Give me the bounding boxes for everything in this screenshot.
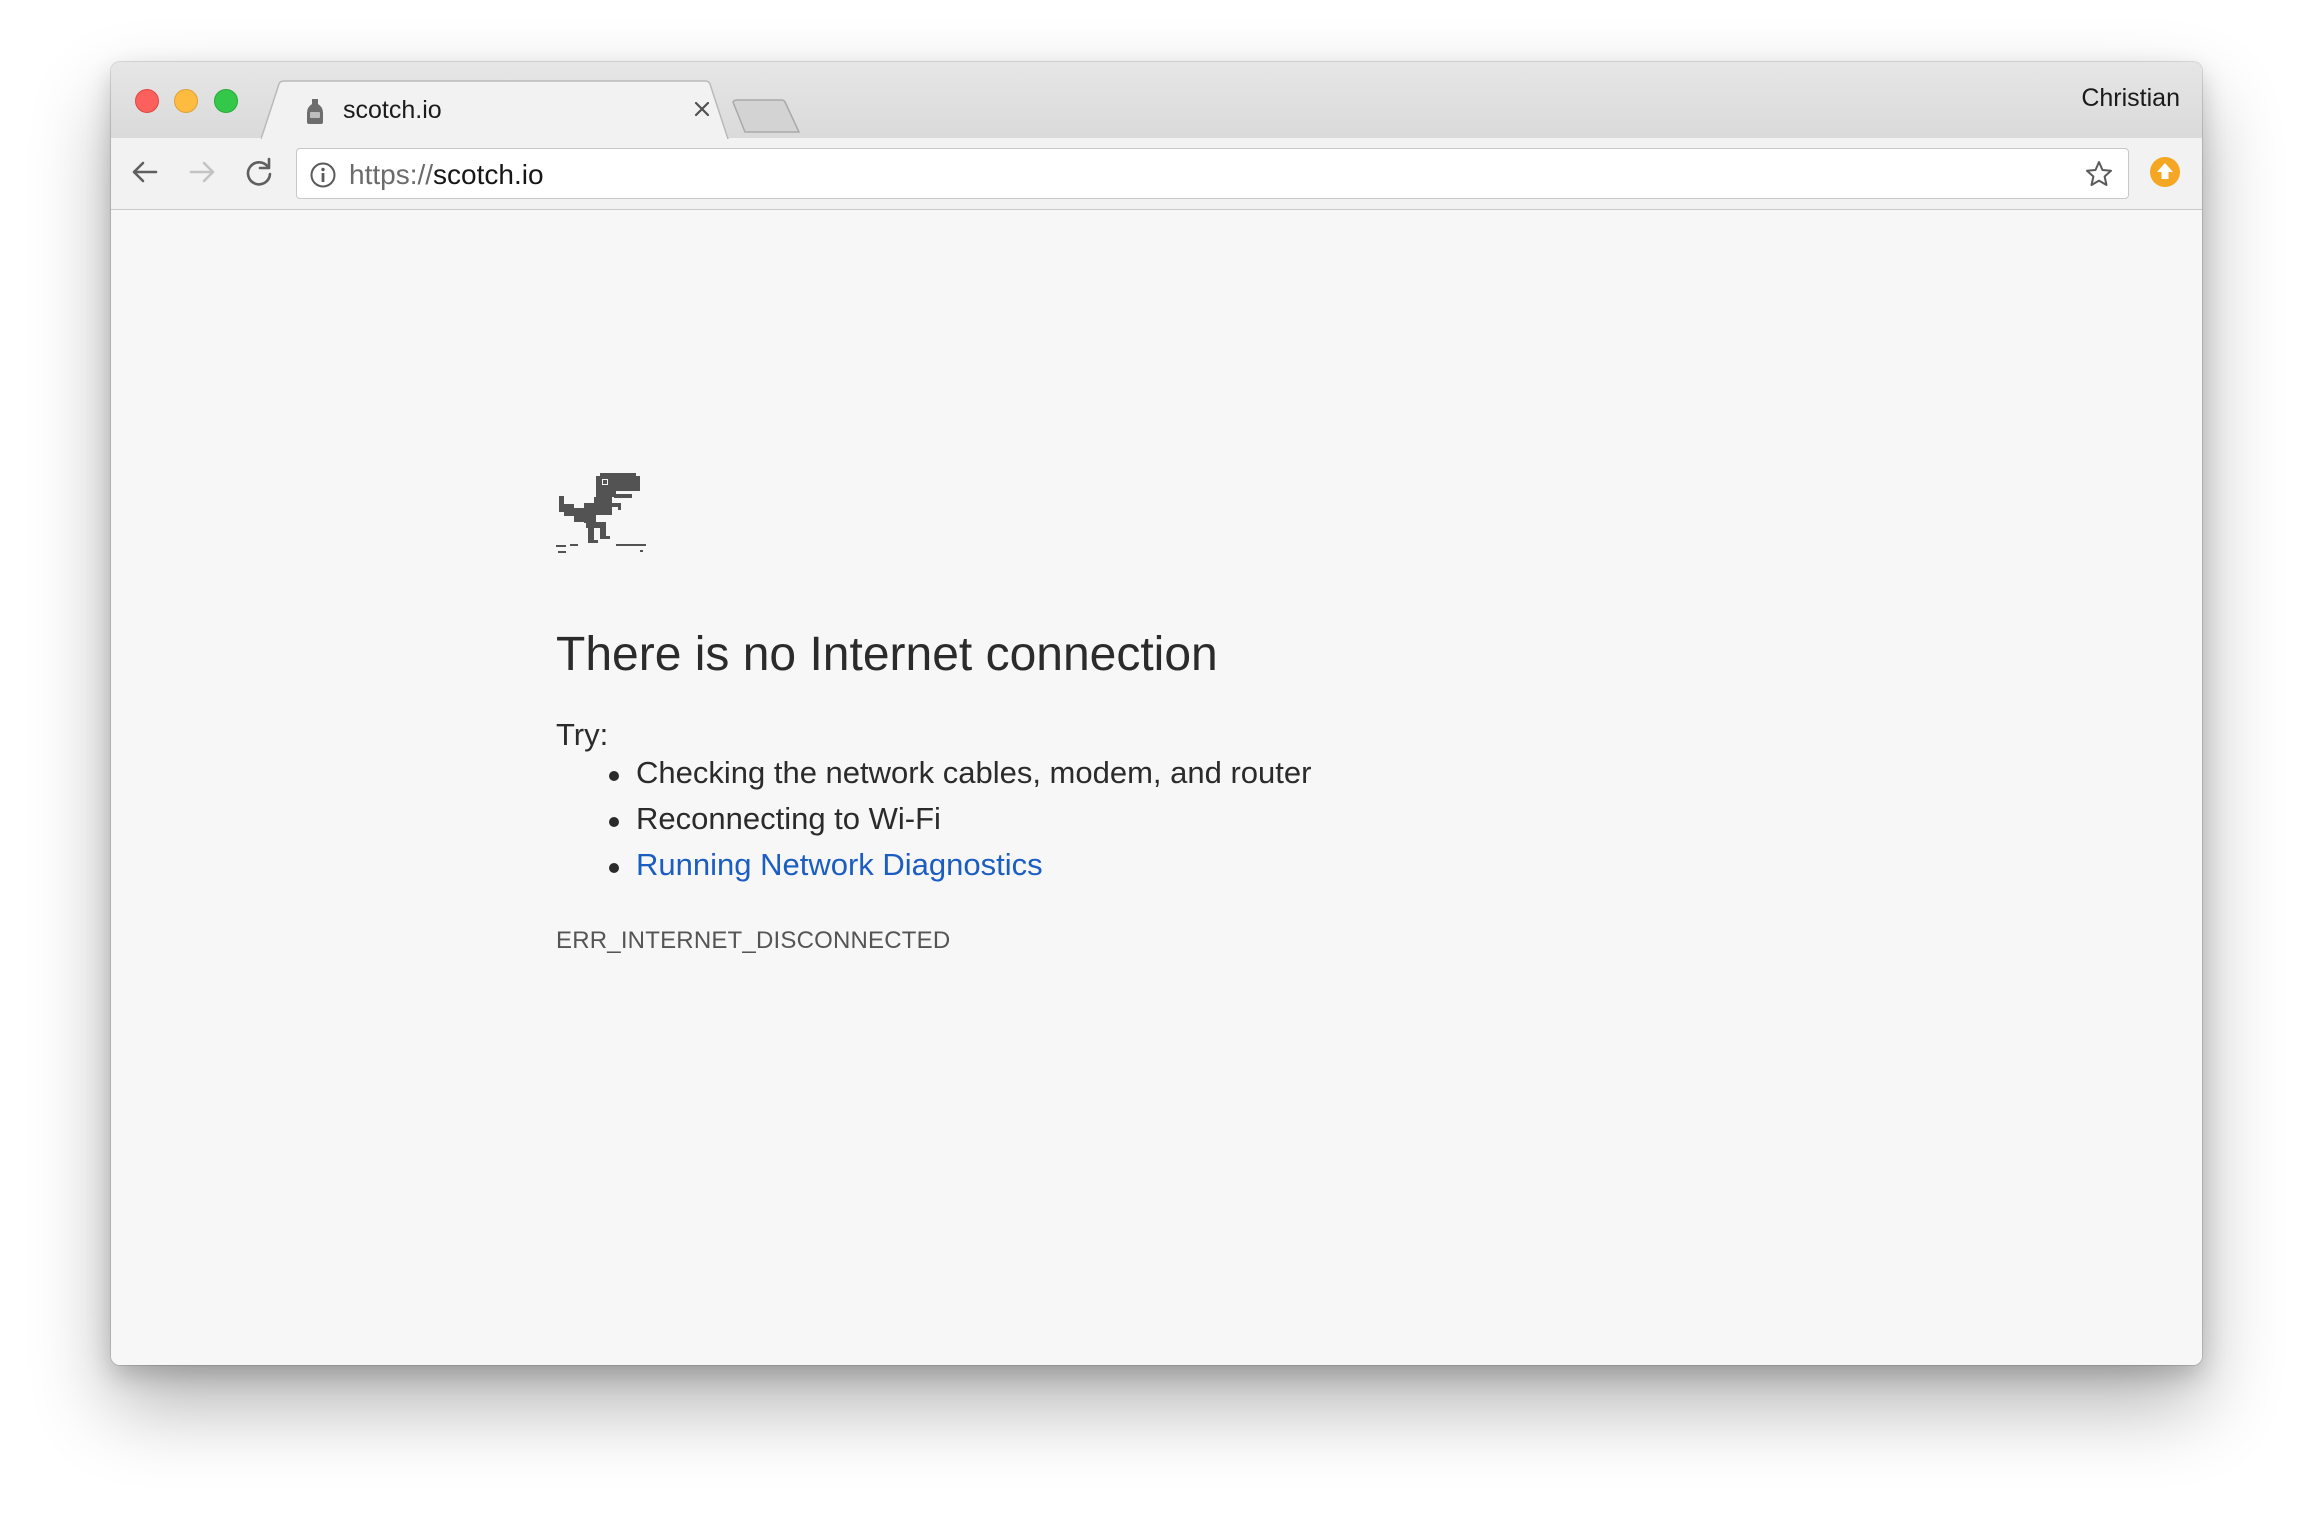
offline-dino-icon [556,473,646,553]
page-title: There is no Internet connection [556,628,1218,681]
bullet [609,817,619,827]
address-bar[interactable]: https://scotch.io [296,148,2129,199]
tab-background [261,80,729,139]
list-item: Checking the network cables, modem, and … [556,755,1311,801]
bullet [609,863,619,873]
close-window-button[interactable] [135,89,159,113]
tab-scotch[interactable]: scotch.io [261,80,741,139]
back-arrow-icon[interactable] [125,152,165,192]
star-icon[interactable] [2084,159,2114,189]
list-item: Running Network Diagnostics [556,847,1311,893]
try-label: Try: [556,717,609,752]
forward-arrow-icon[interactable] [182,152,222,192]
browser-window: scotch.io Christian https://scotch.io Th… [111,62,2202,1365]
profile-name[interactable]: Christian [2081,84,2180,113]
list-item: Reconnecting to Wi-Fi [556,801,1311,847]
suggestion-check-cables: Checking the network cables, modem, and … [636,755,1312,790]
tab-title: scotch.io [343,96,442,124]
new-tab-button[interactable] [731,96,803,136]
error-code: ERR_INTERNET_DISCONNECTED [556,927,951,954]
title-bar: scotch.io Christian [111,62,2202,139]
bullet [609,771,619,781]
update-arrow-icon[interactable] [2148,155,2182,189]
url-scheme: https:// [349,159,434,190]
suggestions-list: Checking the network cables, modem, and … [556,755,1311,893]
reload-icon[interactable] [239,152,279,192]
network-diagnostics-link[interactable]: Running Network Diagnostics [636,847,1043,882]
minimize-window-button[interactable] [174,89,198,113]
page-content: There is no Internet connection Try: Che… [111,210,2202,1365]
info-icon[interactable] [309,161,337,189]
suggestion-reconnect-wifi: Reconnecting to Wi-Fi [636,801,941,836]
maximize-window-button[interactable] [214,89,238,113]
url-host: scotch.io [433,159,544,190]
tab-close-icon[interactable] [687,94,717,124]
url-text: https://scotch.io [349,159,544,191]
toolbar: https://scotch.io [111,138,2202,210]
scotch-favicon-icon [307,99,323,124]
